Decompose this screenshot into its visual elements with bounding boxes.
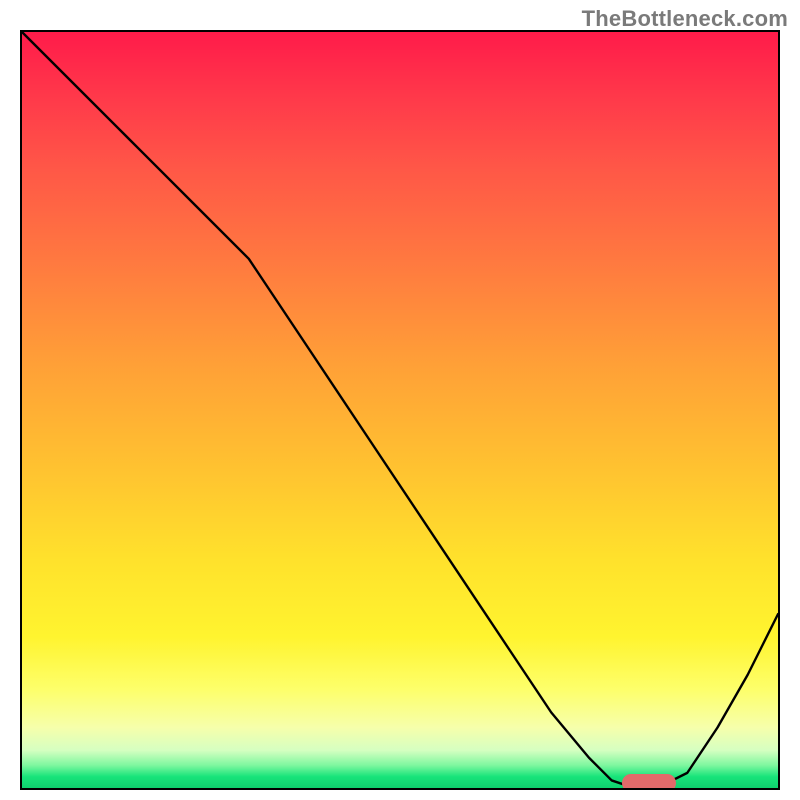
optimum-range-marker [622,774,675,790]
bottleneck-curve [22,32,778,788]
chart-area [20,30,780,790]
watermark-text: TheBottleneck.com [582,6,788,32]
